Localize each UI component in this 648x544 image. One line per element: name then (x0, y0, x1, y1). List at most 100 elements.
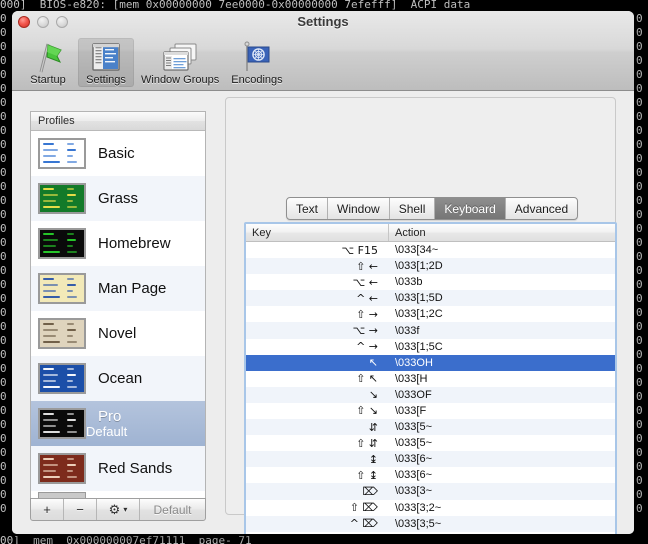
profile-text: Basic (86, 146, 135, 161)
window-content: Profiles Basic Grass Homebrew Man Page Novel… (12, 91, 634, 534)
toolbar-label-encodings: Encodings (231, 74, 283, 86)
profile-name: Novel (98, 325, 137, 342)
tab-shell[interactable]: Shell (390, 198, 436, 219)
terminal-left-column: 0 0 0 0 0 0 0 0 0 0 0 0 0 0 0 0 0 0 0 0 … (0, 12, 7, 515)
toolbar-item-startup[interactable]: Startup (20, 38, 76, 87)
cell-action: \033[6~ (395, 453, 433, 466)
cell-key: ^⌥ ⌦ (246, 533, 389, 534)
chevron-down-icon: ▾ (123, 505, 128, 514)
cell-key: ↨ (368, 452, 378, 466)
toolbar: Startup Settings Window Groups Encodings (12, 33, 634, 90)
profile-row-grass[interactable]: Grass (31, 176, 205, 221)
table-row[interactable]: ⇧ ← \033[1;2D (246, 258, 615, 275)
column-header-action[interactable]: Action (389, 224, 615, 241)
table-row[interactable]: ⇧ ↨ \033[6~ (246, 467, 615, 483)
table-row[interactable]: ↨ \033[6~ (246, 451, 615, 468)
profile-text: Man Page (86, 281, 166, 296)
cell-action: \033b (395, 276, 423, 289)
cell-action: \033[H (395, 372, 428, 385)
flag-un-icon (242, 40, 272, 73)
table-row[interactable]: ^ ← \033[1;5D (246, 290, 615, 307)
table-row[interactable]: ⌥ → \033f (246, 322, 615, 339)
profile-thumbnail (38, 453, 86, 484)
cell-key: ^ ← (356, 291, 378, 305)
settings-panel-icon (90, 40, 122, 73)
toolbar-label-window-groups: Window Groups (141, 74, 220, 86)
profiles-list-partial-row (31, 491, 205, 498)
cell-key: ^ → (356, 340, 378, 354)
cell-action: \033[F (395, 404, 427, 417)
profiles-sidebar: Profiles Basic Grass Homebrew Man Page Novel… (30, 111, 206, 498)
profile-text: Homebrew (86, 236, 171, 251)
toolbar-item-window-groups[interactable]: Window Groups (136, 38, 224, 87)
table-row[interactable]: ⌥ ← \033b (246, 274, 615, 290)
cell-key: ↘ (368, 388, 378, 402)
profile-row-man-page[interactable]: Man Page (31, 266, 205, 311)
cell-action: \033[1;2D (395, 260, 443, 273)
table-row[interactable]: ⇧ ↘ \033[F (246, 403, 615, 419)
flag-green-icon (33, 40, 63, 73)
table-row[interactable]: ^ ⌦ \033[3;5~ (246, 515, 615, 532)
toolbar-item-settings[interactable]: Settings (78, 38, 134, 87)
profile-thumbnail (38, 183, 86, 214)
profile-row-red-sands[interactable]: Red Sands (31, 446, 205, 491)
profile-row-ocean[interactable]: Ocean (31, 356, 205, 401)
cell-key: ⇵ (368, 420, 378, 434)
profile-text: Pro Default (86, 409, 127, 439)
profile-row-pro[interactable]: Pro Default (31, 401, 205, 446)
settings-tab-bar: Text Window Shell Keyboard Advanced (286, 197, 579, 220)
window-titlebar[interactable]: Settings (12, 11, 634, 33)
gear-icon: ⚙ (108, 501, 121, 517)
profile-thumbnail (38, 363, 86, 394)
cell-action: \033[1;2C (395, 308, 443, 321)
profile-text: Ocean (86, 371, 142, 386)
profile-row-basic[interactable]: Basic (31, 131, 205, 176)
profile-text: Grass (86, 191, 138, 206)
table-row[interactable]: ^ → \033[1;5C (246, 339, 615, 355)
table-row[interactable]: ⇧ ↖ \033[H (246, 371, 615, 387)
cell-key: ↖ (368, 356, 378, 370)
profile-name: Man Page (98, 280, 167, 297)
table-row[interactable]: ⇧ ⇵ \033[5~ (246, 435, 615, 451)
remove-profile-button[interactable]: − (64, 499, 97, 520)
toolbar-item-encodings[interactable]: Encodings (226, 38, 287, 87)
table-row[interactable]: ⇧ → \033[1;2C (246, 306, 615, 322)
tab-text[interactable]: Text (287, 198, 329, 219)
set-default-profile-button[interactable]: Default (140, 499, 205, 520)
table-row[interactable]: ⇧ ⌦ \033[3;2~ (246, 500, 615, 516)
cell-action: \033[1;5C (395, 340, 443, 353)
profile-name: Homebrew (98, 235, 171, 252)
profile-actions-gear-button[interactable]: ⚙ ▾ (97, 499, 140, 520)
profile-thumbnail (38, 138, 86, 169)
profile-name: Grass (98, 190, 139, 207)
profile-row-novel[interactable]: Novel (31, 311, 205, 356)
profile-row-homebrew[interactable]: Homebrew (31, 221, 205, 266)
column-header-key[interactable]: Key (246, 224, 389, 241)
cell-key: ⇧ ⇵ (356, 436, 378, 450)
tab-advanced[interactable]: Advanced (506, 198, 577, 219)
table-row[interactable]: ⇵ \033[5~ (246, 419, 615, 436)
table-row[interactable]: ⌦ \033[3~ (246, 483, 615, 500)
profile-name: Pro (98, 407, 122, 425)
add-profile-button[interactable]: + (31, 499, 64, 520)
window-stack-icon (162, 40, 198, 73)
cell-key: ⇧ ↖ (356, 372, 378, 386)
cell-key: ⌦ (362, 484, 378, 498)
cell-key: ⇧ ↘ (356, 404, 378, 418)
table-row[interactable]: ⌥ F15 \033[34~ (246, 242, 615, 258)
profile-text: Novel (86, 326, 136, 341)
table-row[interactable]: ^⌥ ⌦\033\033[3;5~ (246, 532, 615, 534)
cell-action: \033OH (395, 356, 433, 369)
profile-text: Red Sands (86, 461, 172, 476)
tab-keyboard[interactable]: Keyboard (435, 198, 506, 219)
toolbar-label-settings: Settings (86, 74, 126, 86)
tab-window[interactable]: Window (328, 198, 390, 219)
cell-key: ⌥ F15 (341, 243, 379, 257)
profile-thumbnail (38, 228, 86, 259)
table-row[interactable]: ↖ \033OH (246, 354, 615, 371)
cell-key: ⇧ → (356, 307, 378, 321)
table-row[interactable]: ↘ \033OF (246, 386, 615, 403)
key-mappings-table[interactable]: Key Action ⌥ F15 \033[34~ ⇧ ← \033[1;2D ⌥ ← \… (244, 222, 617, 534)
profile-name: Basic (98, 145, 135, 162)
window-chrome: Settings Startup Settings Window Groups … (12, 11, 634, 91)
